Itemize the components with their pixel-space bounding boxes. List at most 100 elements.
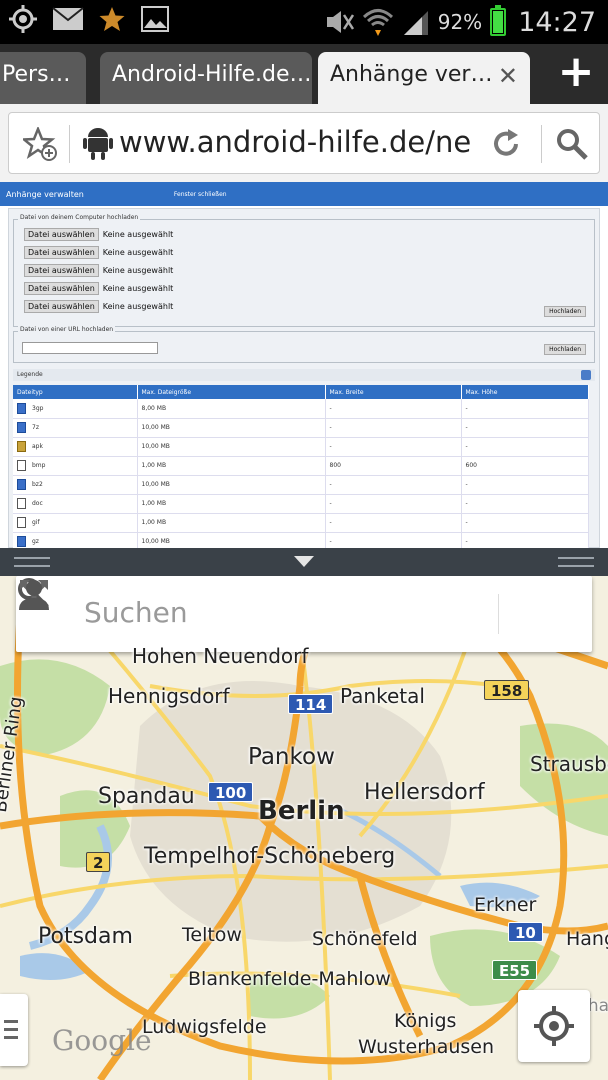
section-legend: Datei von einer URL hochladen <box>18 326 116 333</box>
section-legend: Datei von deinem Computer hochladen <box>18 214 141 221</box>
file-input-row: Datei auswählen Keine ausgewählt <box>24 282 173 295</box>
column-header: Max. Höhe <box>461 385 589 399</box>
star-icon <box>99 7 125 31</box>
map-label: Königs <box>394 1010 457 1032</box>
map-menu-button[interactable] <box>0 994 28 1066</box>
table-header-row: Dateityp Max. Dateigröße Max. Breite Max… <box>13 385 589 399</box>
my-location-button[interactable] <box>518 990 590 1062</box>
type-label: apk <box>32 443 43 450</box>
route-shield: 158 <box>484 680 530 700</box>
type-label: 3gp <box>32 404 44 412</box>
mail-icon <box>52 7 84 30</box>
map-label: Potsdam <box>38 924 133 949</box>
table-row: apk 10,00 MB - - <box>13 437 589 457</box>
map-label: Hang <box>566 928 608 950</box>
type-label: gz <box>32 538 39 545</box>
height-cell: - <box>461 475 589 495</box>
url-box: www.android-hilfe.de/new <box>8 112 600 174</box>
page-header: Anhänge verwalten Fenster schließen <box>0 182 608 206</box>
height-cell: - <box>461 494 589 514</box>
choose-file-button[interactable]: Datei auswählen <box>24 300 99 313</box>
clock: 14:27 <box>518 6 596 38</box>
collapse-triangle-icon[interactable] <box>294 556 314 567</box>
height-cell: - <box>461 437 589 457</box>
tab-pers[interactable]: Pers… <box>0 52 86 104</box>
google-logo: Google <box>52 1024 152 1057</box>
grip-left-icon <box>14 557 50 567</box>
type-cell: bmp <box>13 456 138 476</box>
search-icon[interactable] <box>555 127 589 161</box>
gps-icon <box>9 5 37 33</box>
size-cell: 10,00 MB <box>137 437 326 457</box>
width-cell: - <box>325 494 462 514</box>
notification-icons <box>8 4 170 34</box>
webpage-content: Anhänge verwalten Fenster schließen Date… <box>0 182 608 548</box>
map-label: Berlin <box>258 796 345 826</box>
split-window-handle[interactable] <box>0 548 608 576</box>
file-type-icon <box>17 517 26 528</box>
table-row: 3gp 8,00 MB - - <box>13 399 589 419</box>
table-row: gz 10,00 MB - - <box>13 532 589 548</box>
upload-url-input[interactable] <box>22 342 158 354</box>
browser-tab-bar: Pers… Android-Hilfe.de… Anhänge ver… ✕ + <box>0 44 608 104</box>
column-header: Max. Breite <box>325 385 462 399</box>
tab-android-hilfe[interactable]: Android-Hilfe.de… <box>100 52 312 104</box>
map-label: Strausbe <box>530 752 608 776</box>
map-label: Teltow <box>182 924 242 946</box>
route-shield: 100 <box>208 782 254 802</box>
map-view[interactable]: Suchen Hohen Neuendorf Hennigsdorf Panke… <box>0 576 608 1080</box>
reload-icon[interactable] <box>489 127 523 161</box>
bookmark-add-icon[interactable] <box>23 127 57 161</box>
type-cell: bz2 <box>13 475 138 495</box>
upload-url-button[interactable]: Hochladen <box>544 344 586 355</box>
map-label: Wusterhausen <box>358 1036 495 1058</box>
my-location-icon <box>534 1006 574 1046</box>
upload-button[interactable]: Hochladen <box>544 306 586 317</box>
type-label: bz2 <box>32 481 43 488</box>
choose-file-button[interactable]: Datei auswählen <box>24 264 99 277</box>
width-cell: - <box>325 513 462 533</box>
table-row: 7z 10,00 MB - - <box>13 418 589 438</box>
choose-file-button[interactable]: Datei auswählen <box>24 228 99 241</box>
height-cell: - <box>461 532 589 548</box>
tab-label: Anhänge ver… <box>330 62 493 87</box>
close-tab-icon[interactable]: ✕ <box>498 62 518 90</box>
table-row: bmp 1,00 MB 800 600 <box>13 456 589 476</box>
map-label: Erkner <box>474 894 537 916</box>
upload-computer-section: Datei von deinem Computer hochladen Date… <box>13 214 595 327</box>
tab-label: Android-Hilfe.de… <box>112 62 312 87</box>
size-cell: 1,00 MB <box>137 456 326 476</box>
upload-url-section: Datei von einer URL hochladen Hochladen <box>13 326 595 363</box>
map-search-input[interactable]: Suchen <box>84 596 188 629</box>
size-cell: 8,00 MB <box>137 399 326 419</box>
file-input-row: Datei auswählen Keine ausgewählt <box>24 246 173 259</box>
legend-header: Legende <box>13 369 595 381</box>
account-icon[interactable] <box>16 576 52 612</box>
tab-anhaenge[interactable]: Anhänge ver… ✕ <box>318 52 530 104</box>
tab-label: Pers… <box>2 62 71 87</box>
map-label: Tempelhof-Schöneberg <box>144 844 396 869</box>
file-input-row: Datei auswählen Keine ausgewählt <box>24 300 173 313</box>
map-label: Panketal <box>340 684 425 708</box>
url-text[interactable]: www.android-hilfe.de/new <box>119 125 471 159</box>
file-type-icon <box>17 402 26 414</box>
collapse-icon[interactable] <box>581 370 591 380</box>
new-tab-button[interactable]: + <box>556 50 596 94</box>
file-status: Keine ausgewählt <box>102 248 174 257</box>
map-label: Spandau <box>98 784 195 809</box>
close-window-link[interactable]: Fenster schließen <box>174 191 227 198</box>
height-cell: - <box>461 418 589 438</box>
width-cell: - <box>325 399 462 419</box>
choose-file-button[interactable]: Datei auswählen <box>24 246 99 259</box>
height-cell: 600 <box>461 456 589 476</box>
type-cell: 3gp <box>13 399 138 419</box>
width-cell: - <box>325 418 462 438</box>
file-status: Keine ausgewählt <box>102 284 174 293</box>
choose-file-button[interactable]: Datei auswählen <box>24 282 99 295</box>
file-type-icon <box>17 498 26 509</box>
system-indicators: 92% 14:27 <box>324 0 596 44</box>
route-shield: 2 <box>86 852 111 872</box>
route-shield: E55 <box>492 960 538 980</box>
image-icon <box>141 6 169 32</box>
size-cell: 1,00 MB <box>137 494 326 514</box>
